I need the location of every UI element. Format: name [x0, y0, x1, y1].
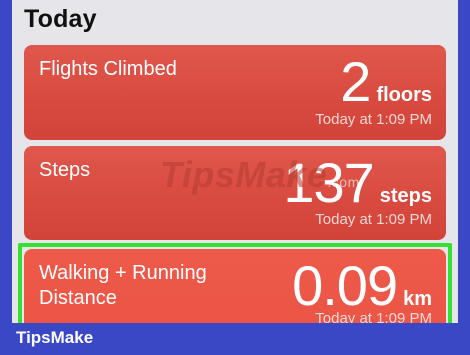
card-flights-climbed[interactable]: Flights Climbed 2 floors Today at 1:09 PM — [24, 45, 446, 140]
value-unit: steps — [379, 185, 432, 207]
footer-bar: TipsMake — [0, 323, 470, 355]
watermark-text: TipsMake — [160, 154, 328, 195]
watermark: TipsMake.com — [160, 154, 360, 196]
card-label: Steps — [39, 159, 91, 181]
value-unit: floors — [376, 84, 432, 106]
card-label: Flights Climbed — [39, 58, 177, 80]
value-number: 2 — [340, 50, 371, 113]
card-timestamp: Today at 1:09 PM — [315, 211, 432, 228]
card-value: 2 floors — [340, 49, 432, 114]
section-title: Today — [24, 5, 97, 33]
health-screen: Today Flights Climbed 2 floors Today at 1… — [12, 0, 458, 323]
brand-label: TipsMake — [16, 328, 94, 347]
watermark-suffix: .com — [327, 174, 360, 190]
card-timestamp: Today at 1:09 PM — [315, 111, 432, 128]
highlight-box — [18, 243, 452, 323]
